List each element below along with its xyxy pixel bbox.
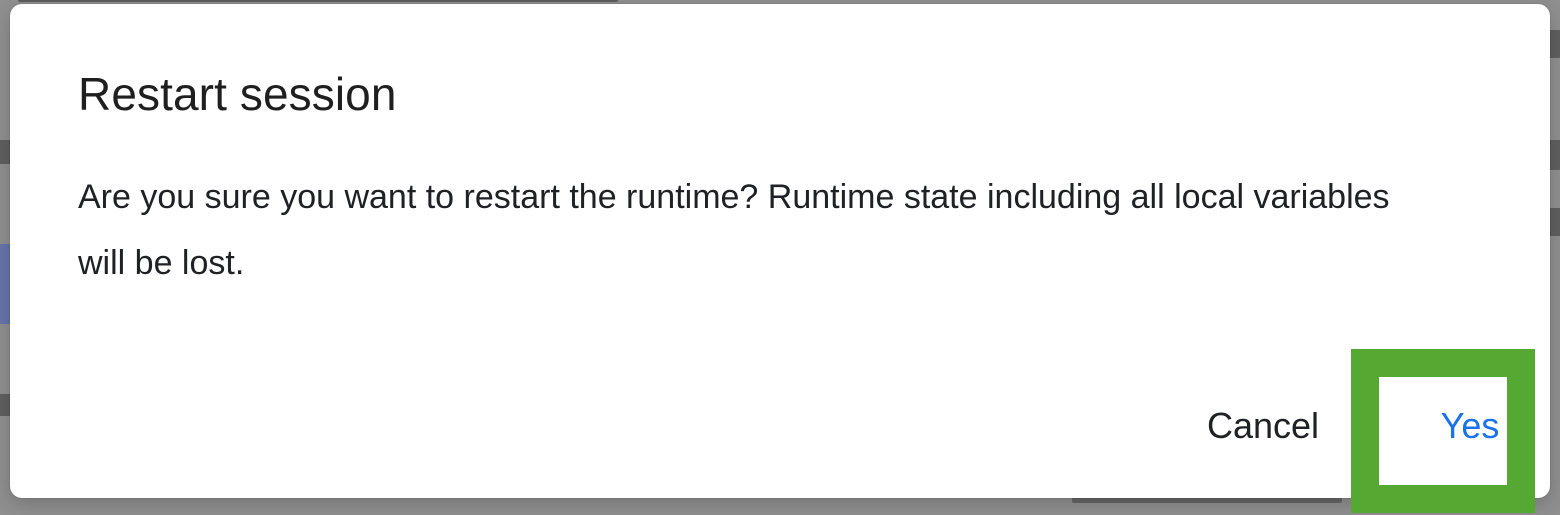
cancel-button[interactable]: Cancel bbox=[1168, 404, 1358, 448]
background-content-fragment bbox=[0, 394, 10, 416]
dialog-actions: Cancel Yes bbox=[1030, 356, 1550, 494]
background-link-fragment bbox=[0, 244, 10, 324]
background-text-fragment bbox=[18, 0, 618, 2]
background-content-fragment bbox=[1550, 30, 1560, 58]
dialog-title: Restart session bbox=[78, 68, 397, 120]
yes-button[interactable]: Yes bbox=[1406, 404, 1534, 448]
dialog-message: Are you sure you want to restart the run… bbox=[78, 178, 1390, 282]
background-content-fragment bbox=[1550, 208, 1560, 236]
background-content-fragment bbox=[1550, 140, 1560, 170]
background-content-fragment bbox=[0, 140, 10, 164]
restart-session-dialog: Restart session Are you sure you want to… bbox=[10, 4, 1550, 498]
